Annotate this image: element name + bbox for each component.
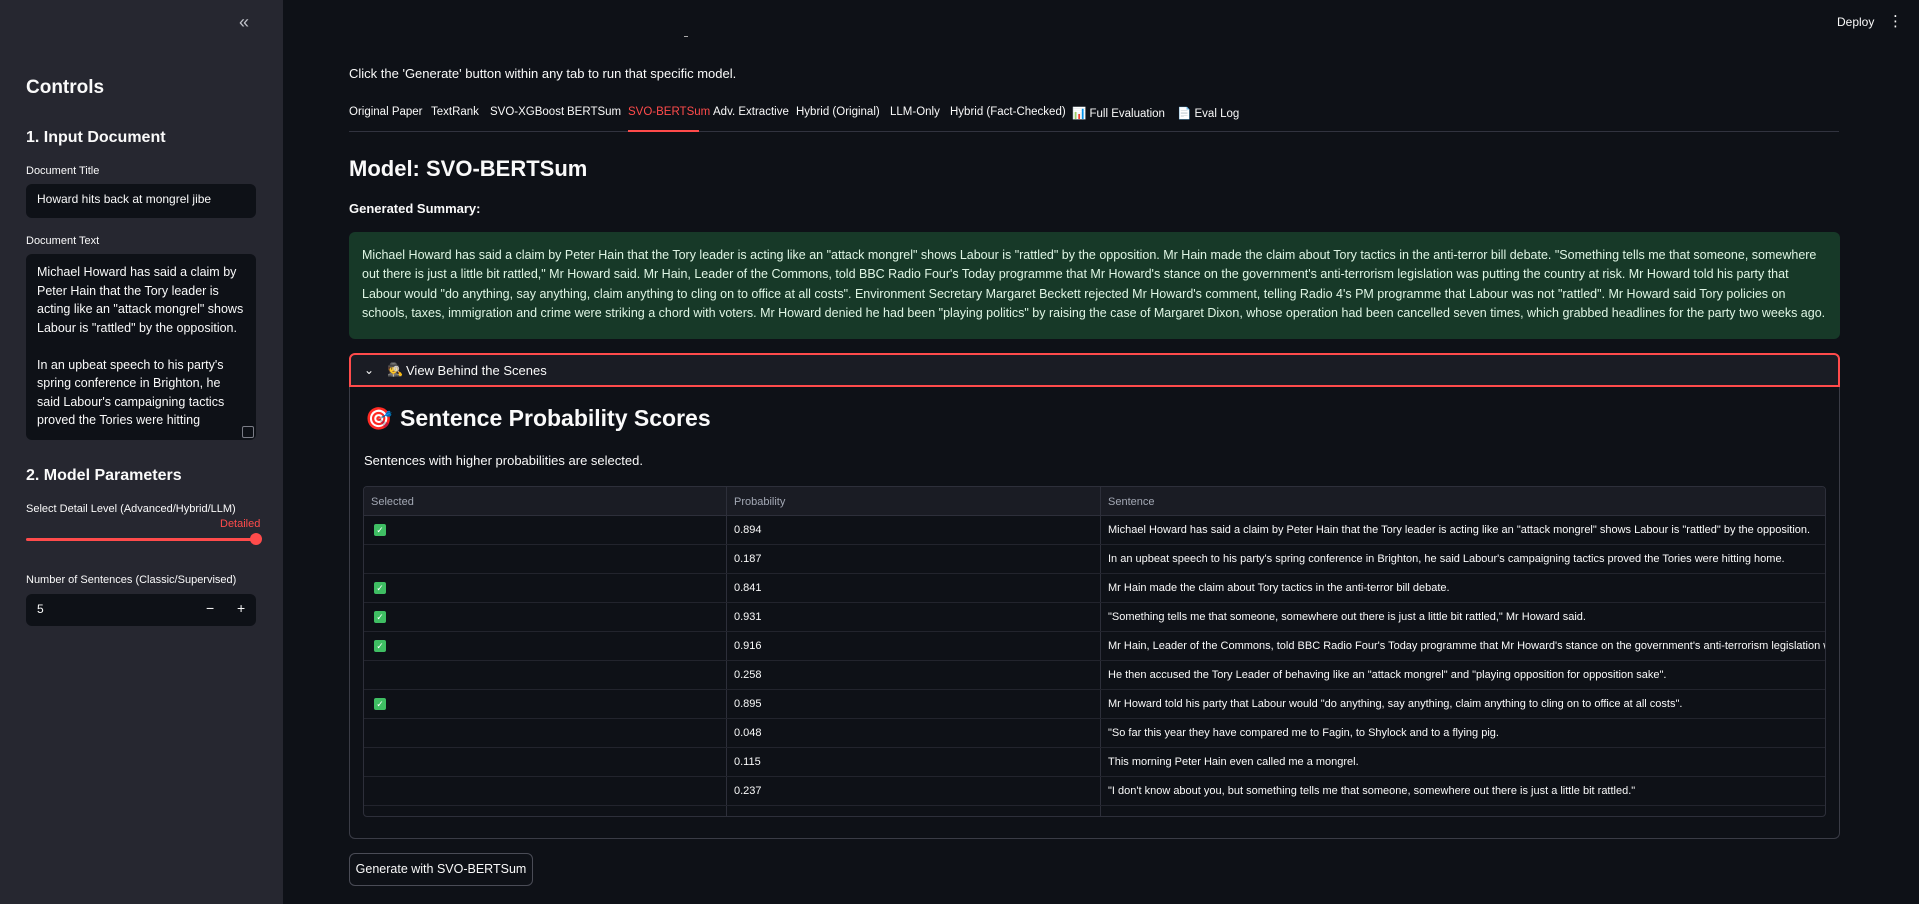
detective-icon: 🕵: [387, 362, 404, 377]
probability-cell: 0.841: [734, 582, 762, 594]
header-selected[interactable]: Selected: [371, 496, 414, 508]
section-input-document: 1. Input Document: [26, 129, 166, 146]
target-icon: 🎯: [365, 406, 393, 431]
sentence-cell: "I don't know about you, but something t…: [1108, 785, 1636, 797]
checkmark-icon: ✓: [374, 698, 386, 710]
table-row[interactable]: 0.258 He then accused the Tory Leader of …: [364, 661, 1825, 690]
active-tab-indicator: [628, 130, 699, 132]
detail-level-slider-thumb[interactable]: [250, 533, 262, 545]
num-sentences-label: Number of Sentences (Classic/Supervised): [26, 574, 237, 586]
document-text-area[interactable]: Michael Howard has said a claim by Peter…: [26, 254, 256, 440]
sidebar-title: Controls: [26, 77, 105, 98]
table-row[interactable]: ✓ 0.894 Michael Howard has said a claim by…: [364, 516, 1825, 545]
table-row[interactable]: 0.048 "So far this year they have compare…: [364, 719, 1825, 748]
table-row[interactable]: ✓ 0.931 "Something tells me that someone, …: [364, 603, 1825, 632]
num-sentences-stepper[interactable]: 5 − +: [26, 594, 256, 626]
tab-adv-extractive[interactable]: Adv. Extractive: [713, 106, 789, 118]
checkmark-icon: ✓: [374, 582, 386, 594]
tab-eval-log[interactable]: 📄 Eval Log: [1177, 106, 1239, 120]
increment-icon[interactable]: +: [237, 600, 245, 616]
checkmark-icon: ✓: [374, 640, 386, 652]
detail-level-value: Detailed: [220, 518, 261, 530]
generated-summary-label: Generated Summary:: [349, 201, 481, 216]
table-row[interactable]: ✓ 0.895 Mr Howard told his party that Labo…: [364, 690, 1825, 719]
tab-hybrid-fact-checked[interactable]: Hybrid (Fact-Checked): [950, 106, 1066, 118]
tab-llm-only[interactable]: LLM-Only: [890, 106, 940, 118]
sentence-cell: "So far this year they have compared me …: [1108, 727, 1499, 739]
document-text-label: Document Text: [26, 235, 100, 247]
probability-cell: 0.916: [734, 640, 762, 652]
model-tabs: Original Paper TextRank SVO-XGBoost BERT…: [349, 106, 1839, 132]
table-row[interactable]: 0.115 This morning Peter Hain even called…: [364, 748, 1825, 777]
generated-summary: Michael Howard has said a claim by Peter…: [349, 232, 1840, 339]
decrement-icon[interactable]: −: [206, 600, 214, 616]
tab-bertsum[interactable]: BERTSum: [567, 106, 621, 118]
probability-cell: 0.894: [734, 524, 762, 536]
collapse-sidebar-icon[interactable]: «: [234, 12, 254, 32]
sentence-cell: "Something tells me that someone, somewh…: [1108, 611, 1586, 623]
table-row[interactable]: 0.237 "I don't know about you, but someth…: [364, 777, 1825, 806]
sentence-scores-table[interactable]: Selected Probability Sentence ✓ 0.894 Mich…: [363, 486, 1826, 817]
tab-textrank[interactable]: TextRank: [431, 106, 479, 118]
sentence-cell: Mr Hain, Leader of the Commons, told BBC…: [1108, 640, 1826, 652]
table-row[interactable]: ✓ 0.841 Mr Hain made the claim about Tory …: [364, 574, 1825, 603]
resize-handle-icon[interactable]: [242, 426, 254, 438]
checkmark-icon: ✓: [374, 611, 386, 623]
intro-text: Click the 'Generate' button within any t…: [349, 66, 737, 81]
detail-level-label: Select Detail Level (Advanced/Hybrid/LLM…: [26, 503, 236, 515]
sidebar: « Controls 1. Input Document Document Ti…: [0, 0, 283, 904]
header-probability[interactable]: Probability: [734, 496, 785, 508]
document-title-input[interactable]: Howard hits back at mongrel jibe: [26, 184, 256, 218]
probability-cell: 0.048: [734, 727, 762, 739]
checkmark-icon: ✓: [374, 524, 386, 536]
tab-svo-bertsum[interactable]: SVO-BERTSum: [628, 106, 710, 118]
sentence-cell: Michael Howard has said a claim by Peter…: [1108, 524, 1811, 536]
detail-level-slider[interactable]: [26, 538, 256, 541]
probability-cell: 0.895: [734, 698, 762, 710]
scores-subtitle: Sentences with higher probabilities are …: [364, 453, 643, 468]
deploy-button[interactable]: Deploy: [1837, 15, 1874, 29]
probability-cell: 0.187: [734, 553, 762, 565]
tab-original-paper[interactable]: Original Paper: [349, 106, 423, 118]
expander-label[interactable]: View Behind the Scenes: [406, 363, 547, 378]
section-model-parameters: 2. Model Parameters: [26, 467, 182, 484]
sentence-cell: In an upbeat speech to his party's sprin…: [1108, 553, 1785, 565]
table-row[interactable]: ✓ 0.916 Mr Hain, Leader of the Commons, to…: [364, 632, 1826, 661]
table-row[interactable]: 0.187 In an upbeat speech to his party's …: [364, 545, 1825, 574]
tab-hybrid-original[interactable]: Hybrid (Original): [796, 106, 880, 118]
tab-full-evaluation[interactable]: 📊 Full Evaluation: [1072, 106, 1165, 120]
probability-cell: 0.115: [734, 756, 761, 768]
scores-title: Sentence Probability Scores: [400, 405, 711, 431]
divider: [684, 36, 688, 37]
sentence-cell: Mr Hain made the claim about Tory tactic…: [1108, 582, 1450, 594]
sentence-cell: This morning Peter Hain even called me a…: [1108, 756, 1359, 768]
table-header: Selected Probability Sentence: [364, 487, 1825, 516]
probability-cell: 0.931: [734, 611, 762, 623]
generate-button[interactable]: Generate with SVO-BERTSum: [349, 853, 533, 886]
document-title-label: Document Title: [26, 165, 100, 177]
sentence-cell: He then accused the Tory Leader of behav…: [1108, 669, 1667, 681]
behind-the-scenes-expander[interactable]: ⌄ 🕵 View Behind the Scenes: [349, 353, 1840, 387]
chevron-down-icon[interactable]: ⌄: [364, 363, 374, 377]
tab-svo-xgboost[interactable]: SVO-XGBoost: [490, 106, 564, 118]
probability-cell: 0.237: [734, 785, 762, 797]
header-sentence[interactable]: Sentence: [1108, 496, 1154, 508]
main-menu-icon[interactable]: ⋮: [1888, 12, 1903, 30]
num-sentences-value[interactable]: 5: [37, 602, 44, 616]
probability-cell: 0.258: [734, 669, 762, 681]
model-title: Model: SVO-BERTSum: [349, 156, 588, 181]
sentence-cell: Mr Howard told his party that Labour wou…: [1108, 698, 1683, 710]
